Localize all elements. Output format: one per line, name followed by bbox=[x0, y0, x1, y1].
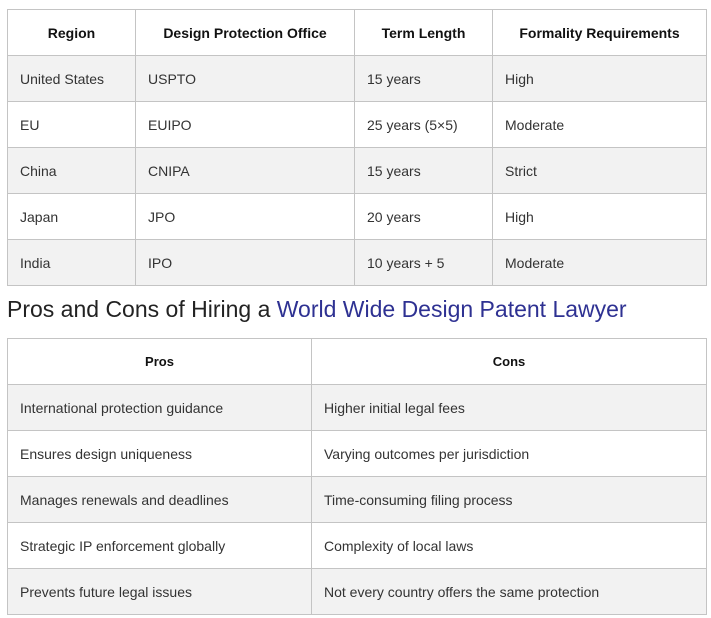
table-cell: Prevents future legal issues bbox=[7, 568, 312, 615]
table-cell: JPO bbox=[135, 193, 355, 240]
pros-cons-table: Pros Cons International protection guida… bbox=[7, 338, 707, 615]
table-cell: Moderate bbox=[492, 101, 707, 148]
table-cell: International protection guidance bbox=[7, 384, 312, 431]
table-cell: Strict bbox=[492, 147, 707, 194]
column-header: Term Length bbox=[354, 9, 493, 56]
table-cell: 15 years bbox=[354, 147, 493, 194]
table-cell: Ensures design uniqueness bbox=[7, 430, 312, 477]
table-header-row: Pros Cons bbox=[7, 338, 707, 385]
table-cell: Strategic IP enforcement globally bbox=[7, 522, 312, 569]
table-row: Prevents future legal issues Not every co… bbox=[7, 568, 707, 615]
table-row: International protection guidance Higher … bbox=[7, 384, 707, 431]
table-cell: Japan bbox=[7, 193, 136, 240]
table-row: India IPO 10 years + 5 Moderate bbox=[7, 239, 707, 286]
table-cell: Manages renewals and deadlines bbox=[7, 476, 312, 523]
table-row: Ensures design uniqueness Varying outcome… bbox=[7, 430, 707, 477]
table-row: United States USPTO 15 years High bbox=[7, 55, 707, 102]
table-cell: Not every country offers the same protec… bbox=[311, 568, 707, 615]
table-row: Japan JPO 20 years High bbox=[7, 193, 707, 240]
table-header-row: Region Design Protection Office Term Len… bbox=[7, 9, 707, 56]
table-cell: High bbox=[492, 55, 707, 102]
table-cell: 20 years bbox=[354, 193, 493, 240]
table-cell: Complexity of local laws bbox=[311, 522, 707, 569]
lawyer-link[interactable]: World Wide Design Patent Lawyer bbox=[277, 296, 627, 322]
table-cell: 25 years (5×5) bbox=[354, 101, 493, 148]
table-cell: 10 years + 5 bbox=[354, 239, 493, 286]
table-cell: EU bbox=[7, 101, 136, 148]
table-row: Strategic IP enforcement globally Complex… bbox=[7, 522, 707, 569]
table-cell: EUIPO bbox=[135, 101, 355, 148]
table-cell: Time-consuming filing process bbox=[311, 476, 707, 523]
table-cell: Varying outcomes per jurisdiction bbox=[311, 430, 707, 477]
column-header: Cons bbox=[311, 338, 707, 385]
table-row: China CNIPA 15 years Strict bbox=[7, 147, 707, 194]
column-header: Region bbox=[7, 9, 136, 56]
table-cell: IPO bbox=[135, 239, 355, 286]
table-cell: High bbox=[492, 193, 707, 240]
heading-text: Pros and Cons of Hiring a bbox=[7, 296, 277, 322]
table-cell: 15 years bbox=[354, 55, 493, 102]
column-header: Formality Requirements bbox=[492, 9, 707, 56]
column-header: Design Protection Office bbox=[135, 9, 355, 56]
table-cell: Higher initial legal fees bbox=[311, 384, 707, 431]
column-header: Pros bbox=[7, 338, 312, 385]
table-row: EU EUIPO 25 years (5×5) Moderate bbox=[7, 101, 707, 148]
table-cell: USPTO bbox=[135, 55, 355, 102]
table-cell: United States bbox=[7, 55, 136, 102]
table-cell: India bbox=[7, 239, 136, 286]
table-cell: Moderate bbox=[492, 239, 707, 286]
design-protection-table: Region Design Protection Office Term Len… bbox=[7, 9, 707, 286]
table-cell: CNIPA bbox=[135, 147, 355, 194]
table-row: Manages renewals and deadlines Time-consu… bbox=[7, 476, 707, 523]
table-cell: China bbox=[7, 147, 136, 194]
section-heading: Pros and Cons of Hiring a World Wide Des… bbox=[7, 296, 627, 323]
